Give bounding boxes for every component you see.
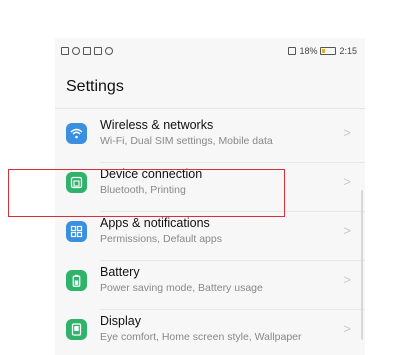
chevron-right-icon: > [343,174,351,189]
display-icon [66,319,87,340]
notification-icon [83,47,91,55]
scrollbar[interactable] [361,190,363,340]
signal-icon [105,47,113,55]
status-right: 18% 2:15 [288,46,357,56]
status-bar: 18% 2:15 [55,38,365,64]
settings-item-display[interactable]: Display Eye comfort, Home screen style, … [55,310,365,355]
settings-item-subtitle: Permissions, Default apps [100,233,222,245]
chevron-right-icon: > [343,125,351,140]
apps-grid-icon [66,221,87,242]
chevron-right-icon: > [343,321,351,336]
settings-item-subtitle: Wi-Fi, Dual SIM settings, Mobile data [100,135,273,147]
chevron-right-icon: > [343,272,351,287]
wifi-icon [66,123,87,144]
sim-icon [61,47,69,55]
clock: 2:15 [339,46,357,56]
settings-item-title: Battery [100,265,140,279]
settings-item-apps-notifications[interactable]: Apps & notifications Permissions, Defaul… [55,212,365,261]
settings-item-wireless-networks[interactable]: Wireless & networks Wi-Fi, Dual SIM sett… [55,114,365,163]
wifi-status-icon [72,47,80,55]
battery-icon [66,270,87,291]
header-divider [55,108,365,109]
settings-item-title: Wireless & networks [100,118,214,132]
image-icon [94,47,102,55]
settings-item-battery[interactable]: Battery Power saving mode, Battery usage… [55,261,365,310]
chevron-right-icon: > [343,223,351,238]
settings-list: Wireless & networks Wi-Fi, Dual SIM sett… [55,114,365,355]
battery-percent: 18% [299,46,318,56]
page-title: Settings [66,78,124,95]
selection-highlight [8,169,285,217]
status-left-icons [61,47,113,55]
settings-item-subtitle: Eye comfort, Home screen style, Wallpape… [100,331,302,343]
settings-item-title: Apps & notifications [100,216,210,230]
battery-status-icon [320,47,337,55]
settings-item-subtitle: Power saving mode, Battery usage [100,282,263,294]
settings-item-title: Display [100,314,141,328]
vibrate-icon [288,47,297,55]
